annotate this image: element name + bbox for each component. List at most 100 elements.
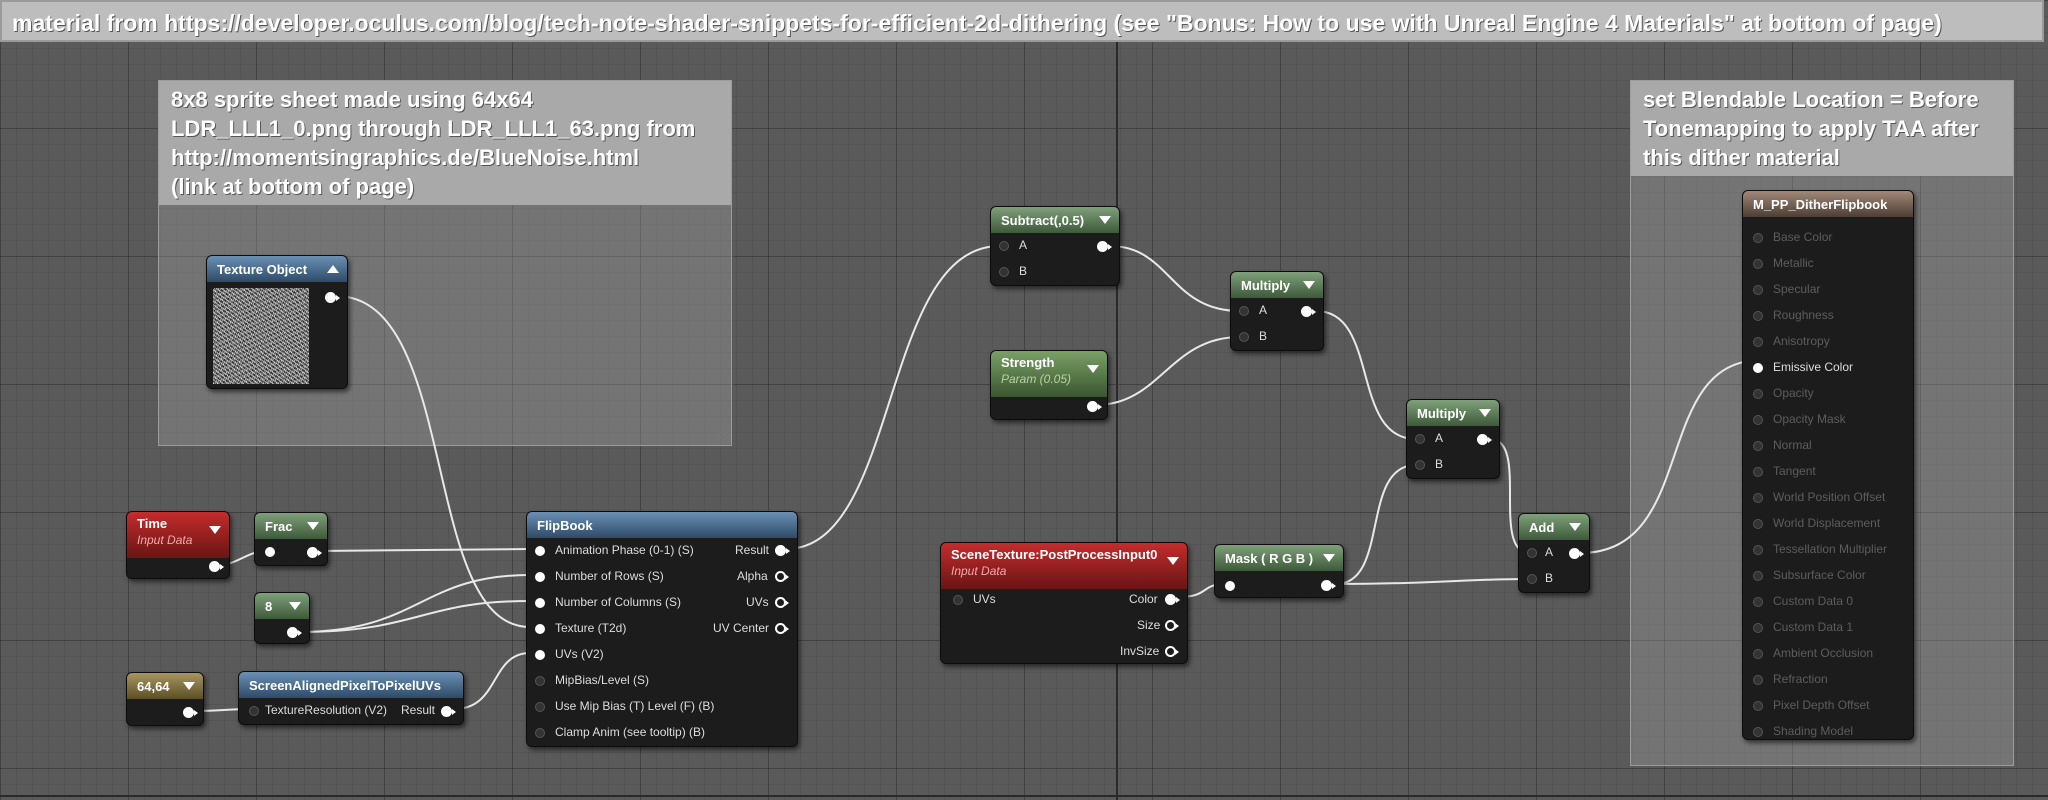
input-pin[interactable]: [1753, 649, 1763, 659]
output-pin[interactable]: [1321, 580, 1336, 591]
collapse-arrow-icon[interactable]: [183, 682, 195, 690]
collapse-arrow-icon[interactable]: [209, 526, 221, 534]
node-title: Add: [1519, 514, 1589, 540]
input-pin[interactable]: [1753, 571, 1763, 581]
collapse-arrow-icon[interactable]: [289, 602, 301, 610]
input-pin[interactable]: [535, 728, 545, 738]
node-texture-object[interactable]: Texture Object: [206, 255, 348, 389]
input-pin[interactable]: [265, 547, 275, 557]
input-pin[interactable]: [1225, 581, 1235, 591]
input-pin[interactable]: [535, 624, 545, 634]
input-pin[interactable]: [1753, 363, 1763, 373]
input-pin[interactable]: [535, 598, 545, 608]
input-pin[interactable]: [1415, 460, 1425, 470]
node-subtract[interactable]: Subtract(,0.5) A B: [990, 206, 1120, 286]
collapse-arrow-icon[interactable]: [1087, 365, 1099, 373]
collapse-arrow-icon[interactable]: [307, 522, 319, 530]
input-pin[interactable]: [1753, 441, 1763, 451]
node-time[interactable]: Time Input Data: [126, 511, 230, 579]
node-add[interactable]: Add A B: [1518, 513, 1590, 593]
output-pin[interactable]: [1301, 306, 1316, 317]
input-pin[interactable]: [1753, 597, 1763, 607]
node-title: Frac: [255, 513, 327, 539]
input-pin[interactable]: [999, 267, 1009, 277]
output-pin[interactable]: [1477, 434, 1492, 445]
output-pin[interactable]: [1165, 620, 1179, 631]
input-pin[interactable]: [953, 595, 963, 605]
output-pin[interactable]: [209, 561, 224, 572]
input-pin[interactable]: [535, 546, 545, 556]
output-pin[interactable]: [1569, 548, 1584, 559]
input-pin[interactable]: [1239, 306, 1249, 316]
output-pin[interactable]: [775, 571, 789, 582]
resize-grip[interactable]: [717, 431, 729, 443]
collapse-arrow-icon[interactable]: [1099, 216, 1111, 224]
output-pin[interactable]: [1097, 241, 1112, 252]
node-frac[interactable]: Frac: [254, 512, 328, 566]
node-title-text: Time: [137, 516, 168, 531]
node-mask-rgb[interactable]: Mask ( R G B ): [1214, 544, 1344, 598]
collapse-arrow-icon[interactable]: [1479, 409, 1491, 417]
node-screen-aligned-pixel-to-pixel-uvs[interactable]: ScreenAlignedPixelToPixelUVs TextureReso…: [238, 671, 464, 725]
node-scene-texture[interactable]: SceneTexture:PostProcessInput0 Input Dat…: [940, 542, 1188, 664]
input-pin[interactable]: [1753, 519, 1763, 529]
input-pin[interactable]: [1753, 701, 1763, 711]
collapse-arrow-icon[interactable]: [1167, 557, 1179, 565]
resize-grip[interactable]: [1999, 751, 2011, 763]
input-pin[interactable]: [1753, 493, 1763, 503]
input-pin[interactable]: [1753, 311, 1763, 321]
output-pin[interactable]: [775, 597, 789, 608]
output-pin[interactable]: [183, 707, 198, 718]
pin-label: Size: [1137, 618, 1161, 632]
node-flipbook[interactable]: FlipBook Animation Phase (0-1) (S) Numbe…: [526, 511, 798, 747]
input-pin[interactable]: [535, 676, 545, 686]
pin-label: B: [1435, 457, 1444, 471]
input-pin[interactable]: [1527, 574, 1537, 584]
input-pin[interactable]: [1239, 332, 1249, 342]
input-pin[interactable]: [1753, 675, 1763, 685]
input-pin[interactable]: [535, 572, 545, 582]
output-pin[interactable]: [1165, 594, 1180, 605]
input-pin[interactable]: [249, 706, 259, 716]
output-pin[interactable]: [287, 627, 302, 638]
pin-label: Color: [1129, 592, 1158, 606]
output-pin[interactable]: [775, 545, 790, 556]
input-pin[interactable]: [999, 241, 1009, 251]
pin-label: Result: [735, 543, 770, 557]
node-constant-8[interactable]: 8: [254, 592, 310, 644]
output-pin[interactable]: [1165, 646, 1179, 657]
output-pin[interactable]: [775, 623, 789, 634]
input-pin[interactable]: [1753, 467, 1763, 477]
node-strength-param[interactable]: Strength Param (0.05): [990, 350, 1108, 420]
node-multiply-1[interactable]: Multiply A B: [1230, 271, 1324, 351]
input-pin[interactable]: [1753, 545, 1763, 555]
input-pin[interactable]: [1753, 233, 1763, 243]
output-pin[interactable]: [307, 547, 322, 558]
node-constant-64-64[interactable]: 64,64: [126, 672, 204, 726]
pin-label: Number of Rows (S): [555, 569, 664, 583]
input-pin[interactable]: [1753, 337, 1763, 347]
collapse-arrow-icon[interactable]: [327, 265, 339, 273]
node-material-result[interactable]: M_PP_DitherFlipbook Base Color Metallic Sp…: [1742, 190, 1914, 740]
collapse-arrow-icon[interactable]: [1303, 281, 1315, 289]
texture-preview-thumbnail: [213, 288, 309, 384]
output-pin[interactable]: [441, 706, 456, 717]
input-pin[interactable]: [1753, 389, 1763, 399]
collapse-arrow-icon[interactable]: [1323, 554, 1335, 562]
input-pin[interactable]: [535, 650, 545, 660]
input-pin[interactable]: [1753, 259, 1763, 269]
wire-screenaligned-to-uvs: [453, 652, 531, 710]
input-pin[interactable]: [535, 702, 545, 712]
comment-top[interactable]: material from https://developer.oculus.c…: [0, 0, 2044, 42]
output-pin[interactable]: [1087, 401, 1102, 412]
wire-frac-to-flipbook-phase: [315, 548, 531, 552]
input-pin[interactable]: [1753, 285, 1763, 295]
output-pin[interactable]: [325, 292, 340, 303]
node-multiply-2[interactable]: Multiply A B: [1406, 399, 1500, 479]
input-pin[interactable]: [1753, 623, 1763, 633]
input-pin[interactable]: [1753, 415, 1763, 425]
input-pin[interactable]: [1415, 434, 1425, 444]
collapse-arrow-icon[interactable]: [1569, 523, 1581, 531]
input-pin[interactable]: [1753, 727, 1763, 737]
input-pin[interactable]: [1527, 548, 1537, 558]
